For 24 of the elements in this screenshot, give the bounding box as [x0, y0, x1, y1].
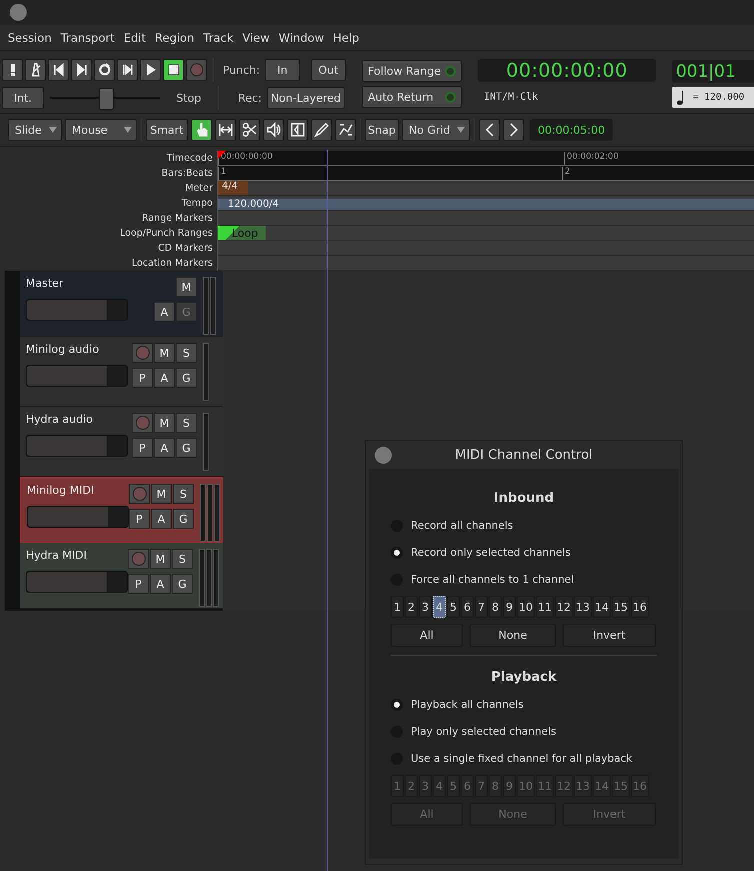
bar-tick-label: 2	[562, 167, 570, 180]
timecode-tick-label: 00:00:02:00	[564, 152, 619, 165]
clock-source: INT/M-Clk	[483, 91, 540, 105]
punch-label: Punch:	[222, 64, 262, 76]
bar-tick-label: 1	[218, 167, 226, 180]
ruler-label: Tempo	[180, 197, 214, 211]
ruler-label: Meter	[184, 182, 214, 196]
track-name: Hydra MIDI	[26, 549, 88, 562]
track-name: Hydra audio	[26, 413, 94, 426]
track-name: Master	[26, 277, 65, 290]
ruler-label: Timecode	[166, 152, 214, 166]
dialog-title: MIDI Channel Control	[455, 448, 593, 462]
track-name: Minilog MIDI	[27, 484, 96, 497]
shuttle-label: Stop	[175, 92, 202, 104]
ruler-label: CD Markers	[157, 242, 214, 256]
ruler-label: Bars:Beats	[160, 167, 214, 181]
track-name: Minilog audio	[26, 343, 100, 356]
section-heading: Inbound	[494, 491, 554, 506]
section-heading: Playback	[491, 670, 557, 685]
ruler-label: Location Markers	[131, 257, 214, 271]
tempo-value: = 120.000	[693, 92, 745, 103]
ruler-label: Loop/Punch Ranges	[119, 227, 214, 241]
ruler-label: Range Markers	[141, 212, 214, 226]
rec-label: Rec:	[237, 92, 263, 104]
